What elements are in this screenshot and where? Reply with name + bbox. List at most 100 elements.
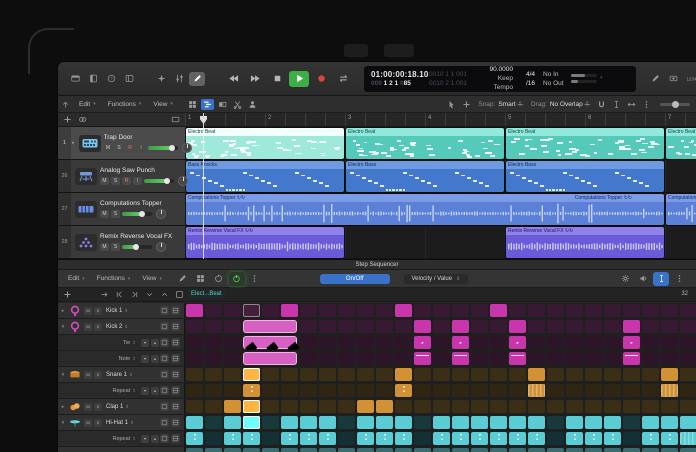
pencil-icon[interactable] — [647, 72, 663, 86]
row-mute-button[interactable]: M — [84, 419, 92, 427]
row-name[interactable]: Snare 1⇕ — [106, 372, 133, 378]
step-cell[interactable] — [471, 352, 488, 365]
step-cell[interactable] — [300, 336, 317, 349]
step-cell[interactable] — [642, 352, 659, 365]
row-settings-icon[interactable] — [171, 386, 180, 395]
step-cell[interactable] — [319, 432, 336, 445]
step-cell[interactable] — [224, 400, 241, 413]
quick-help-icon[interactable]: ? — [103, 72, 119, 86]
step-cell[interactable] — [262, 368, 279, 381]
step-cell[interactable] — [433, 336, 450, 349]
row-mute-button[interactable]: M — [84, 403, 92, 411]
step-cell[interactable] — [281, 448, 298, 452]
row-header[interactable]: ▸MSKick 1⇕ — [58, 303, 185, 318]
step-cell[interactable] — [680, 336, 696, 349]
step-cell[interactable] — [623, 352, 640, 365]
step-cell[interactable] — [414, 384, 431, 397]
step-cell[interactable] — [509, 384, 526, 397]
step-cell[interactable]: ▸ — [452, 336, 469, 349]
step-cell[interactable] — [528, 448, 545, 452]
mute-button[interactable]: M — [100, 177, 109, 185]
step-cell[interactable] — [566, 400, 583, 413]
step-cell[interactable] — [680, 304, 696, 317]
step-cell[interactable] — [661, 448, 678, 452]
step-cell[interactable] — [376, 352, 393, 365]
step-note-span[interactable] — [243, 352, 297, 365]
step-cell[interactable] — [509, 432, 526, 445]
step-cell[interactable] — [528, 320, 545, 333]
step-cell[interactable] — [566, 320, 583, 333]
step-cell[interactable] — [433, 304, 450, 317]
step-cell[interactable] — [319, 304, 336, 317]
step-cell[interactable] — [661, 432, 678, 445]
row-mute-button[interactable]: M — [84, 371, 92, 379]
arrow-right-icon[interactable] — [98, 289, 111, 300]
cycle-button[interactable] — [333, 71, 353, 87]
step-cell[interactable]: ▸ — [414, 336, 431, 349]
step-cell[interactable] — [547, 304, 564, 317]
row-settings-icon[interactable] — [171, 354, 180, 363]
step-cell[interactable] — [471, 304, 488, 317]
step-cell[interactable] — [623, 416, 640, 429]
row-pattern-icon[interactable] — [160, 434, 169, 443]
step-cell[interactable] — [680, 320, 696, 333]
step-cell[interactable] — [452, 368, 469, 381]
step-cell[interactable] — [528, 336, 545, 349]
step-cell[interactable] — [604, 448, 621, 452]
step-cell[interactable] — [224, 352, 241, 365]
seq-menu-functions[interactable]: Functions▾ — [97, 275, 131, 282]
transpose-up-icon[interactable] — [158, 289, 171, 300]
step-cell[interactable] — [357, 448, 374, 452]
step-cell[interactable] — [300, 304, 317, 317]
step-cell[interactable] — [509, 448, 526, 452]
row-settings-icon[interactable] — [171, 306, 180, 315]
step-cell[interactable] — [262, 448, 279, 452]
step-cell[interactable] — [680, 368, 696, 381]
step-cell[interactable] — [224, 304, 241, 317]
row-disclosure-icon[interactable]: ▸ — [58, 404, 68, 410]
lcd-chevron-icon[interactable]: ▾ — [599, 74, 604, 83]
step-cell[interactable] — [585, 368, 602, 381]
step-cell[interactable] — [547, 368, 564, 381]
step-cell[interactable] — [528, 416, 545, 429]
step-cell[interactable] — [452, 432, 469, 445]
step-cell[interactable] — [661, 304, 678, 317]
step-cell[interactable] — [186, 400, 203, 413]
step-cell[interactable] — [262, 400, 279, 413]
step-cell[interactable] — [680, 448, 696, 452]
step-cell[interactable] — [395, 448, 412, 452]
step-cell[interactable] — [604, 416, 621, 429]
region-electro-beat[interactable]: Electro Beat — [506, 128, 664, 159]
volume-slider[interactable] — [122, 212, 152, 216]
track-lane[interactable]: Electro BeatElectro BeatElectro BeatElec… — [185, 127, 696, 159]
step-cell[interactable] — [452, 448, 469, 452]
step-cell[interactable] — [490, 352, 507, 365]
step-cell[interactable] — [281, 432, 298, 445]
brush-icon[interactable] — [175, 272, 191, 286]
step-note-span[interactable] — [243, 320, 297, 333]
live-pattern-icon[interactable] — [229, 272, 245, 286]
step-cell[interactable] — [205, 320, 222, 333]
step-cell[interactable] — [680, 416, 696, 429]
step-cell[interactable] — [243, 400, 260, 413]
region-electro-beat[interactable]: Electro Beat — [186, 128, 344, 159]
step-cell[interactable] — [566, 352, 583, 365]
row-disclosure-icon[interactable]: ▾ — [58, 372, 68, 378]
input-monitor-button[interactable]: I — [137, 144, 146, 152]
step-cell[interactable] — [357, 368, 374, 381]
step-cell[interactable] — [509, 352, 526, 365]
step-cell[interactable] — [547, 352, 564, 365]
step-cell[interactable] — [585, 320, 602, 333]
step-cell[interactable] — [604, 304, 621, 317]
row-solo-button[interactable]: S — [94, 323, 102, 331]
forward-button[interactable] — [245, 71, 265, 87]
subrow-increment-button[interactable]: ▴ — [151, 435, 159, 443]
step-cell[interactable] — [680, 352, 696, 365]
step-cell[interactable] — [319, 368, 336, 381]
step-cell[interactable] — [414, 400, 431, 413]
more-icon[interactable] — [247, 272, 263, 286]
step-cell[interactable] — [395, 400, 412, 413]
menu-view[interactable]: View▾ — [153, 101, 173, 108]
pointer-tool-dropdown[interactable] — [445, 99, 458, 110]
step-cell[interactable] — [205, 352, 222, 365]
